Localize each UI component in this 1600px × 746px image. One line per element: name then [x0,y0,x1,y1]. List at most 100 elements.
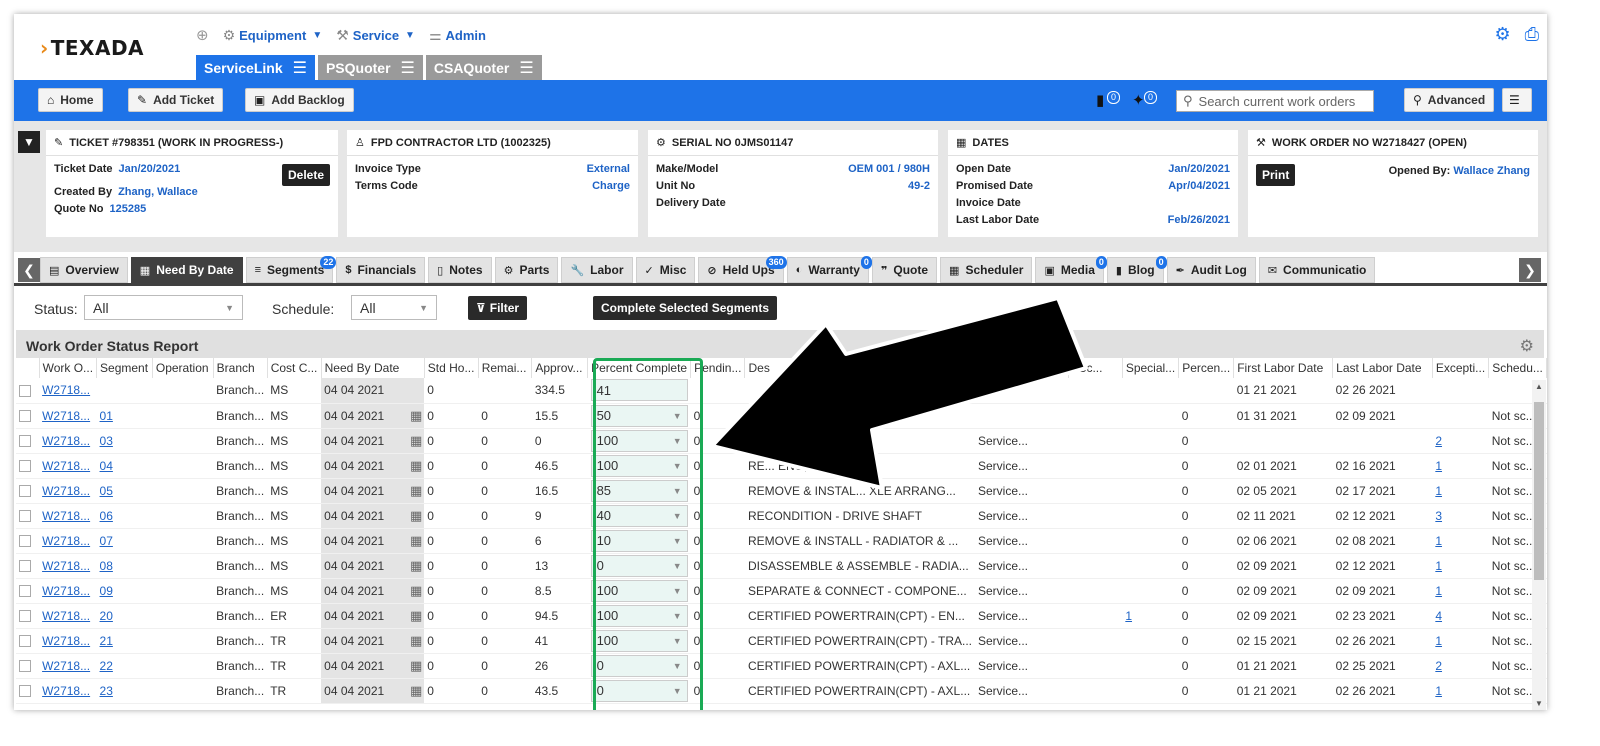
tab-media[interactable]: ▣ Media 0 [1035,256,1107,283]
row-checkbox[interactable] [19,610,31,623]
segment-link[interactable]: 23 [100,684,113,698]
work-order-link[interactable]: W2718... [42,434,90,448]
row-checkbox[interactable] [19,635,31,648]
calendar-picker-icon[interactable]: ▦ [410,583,422,599]
exception-link[interactable]: 1 [1435,584,1442,598]
tab-quote[interactable]: ❞ Quote [871,257,938,283]
column-header[interactable]: Approv... [531,358,589,378]
nav-equipment[interactable]: ⚙ Equipment ▼ [223,27,323,44]
app-tab-csaquoter[interactable]: CSAQuoter ☰ [425,55,542,80]
tabs-scroll-left-icon[interactable]: ❮ [18,258,40,282]
work-order-link[interactable]: W2718... [42,584,90,598]
special-link[interactable]: 1 [1125,609,1132,623]
add-ticket-button[interactable]: ✎ Add Ticket [128,88,224,112]
column-header[interactable]: Schedu... [1488,358,1547,378]
exception-link[interactable]: 2 [1435,434,1442,448]
work-order-link[interactable]: W2718... [42,534,90,548]
exception-link[interactable]: 1 [1435,634,1442,648]
exception-link[interactable]: 1 [1435,459,1442,473]
tab-warranty[interactable]: ◐ Warranty 0 [786,256,872,283]
need-by-date-field[interactable]: 04 04 2021 ▦ [324,508,422,524]
row-checkbox[interactable] [19,485,31,498]
menu-icon[interactable]: ☰ [519,58,533,78]
notebook-icon[interactable]: ▮ [1096,91,1104,109]
segment-link[interactable]: 01 [100,409,113,423]
percent-complete-select[interactable]: 100 ▼ [590,604,688,627]
column-header[interactable]: Work O... [39,358,98,378]
segment-link[interactable]: 20 [100,609,113,623]
need-by-date-field[interactable]: 04 04 2021 ▦ [324,483,422,499]
work-order-link[interactable]: W2718... [42,484,90,498]
percent-complete-select[interactable]: 40 ▼ [590,504,688,527]
segment-link[interactable]: 06 [100,509,113,523]
exception-link[interactable]: 1 [1435,484,1442,498]
calendar-picker-icon[interactable]: ▦ [410,633,422,649]
column-header[interactable]: t Sc... [1068,358,1123,378]
exception-link[interactable]: 3 [1435,509,1442,523]
column-header[interactable]: Pendin... [690,358,746,378]
calendar-picker-icon[interactable]: ▦ [410,608,422,624]
percent-complete-select[interactable]: 41 [590,379,688,402]
column-header[interactable]: Operation [152,358,214,378]
percent-complete-select[interactable]: 10 ▼ [590,529,688,552]
tab-parts[interactable]: ⚙ Parts [494,257,559,283]
schedule-select[interactable]: All ▼ [351,295,437,320]
nav-service[interactable]: ⚒ Service ▼ [336,27,415,44]
percent-complete-select[interactable]: 0 ▼ [590,554,688,577]
segment-link[interactable]: 09 [100,584,113,598]
segment-link[interactable]: 03 [100,434,113,448]
exception-link[interactable]: 1 [1435,534,1442,548]
tab-overview[interactable]: ▤ Overview [40,257,128,283]
need-by-date-field[interactable]: 04 04 2021 [324,383,421,397]
calendar-picker-icon[interactable]: ▦ [410,433,422,449]
row-checkbox[interactable] [19,585,31,598]
work-order-link[interactable]: W2718... [42,409,90,423]
percent-complete-select[interactable]: 100 ▼ [590,454,688,477]
quote-no-link[interactable]: 125285 [110,201,147,218]
opened-by-link[interactable]: Wallace Zhang [1453,165,1530,177]
segment-link[interactable]: 08 [100,559,113,573]
calendar-picker-icon[interactable]: ▦ [410,558,422,574]
percent-complete-select[interactable]: 100 ▼ [590,579,688,602]
created-by-link[interactable]: Zhang, Wallace [118,184,198,201]
work-order-link[interactable]: W2718... [42,559,90,573]
percent-complete-select[interactable]: 0 ▼ [590,679,688,702]
calendar-picker-icon[interactable]: ▦ [410,408,422,424]
column-header[interactable]: Remai... [478,358,533,378]
tab-audit-log[interactable]: ✒ Audit Log [1166,257,1256,283]
exception-link[interactable]: 1 [1435,684,1442,698]
print-button[interactable]: Print [1256,164,1296,186]
column-header[interactable]: Excepti... [1432,358,1490,378]
row-checkbox[interactable] [19,660,31,673]
status-select[interactable]: All ▼ [84,295,243,320]
need-by-date-field[interactable]: 04 04 2021 ▦ [324,408,422,424]
add-backlog-button[interactable]: ▣ Add Backlog [245,88,354,112]
scroll-up-icon[interactable]: ▲ [1535,382,1543,391]
column-header[interactable]: Des [744,358,976,378]
search-input[interactable] [1198,93,1369,109]
tab-notes[interactable]: ▯ Notes [428,257,492,283]
calendar-picker-icon[interactable]: ▦ [410,658,422,674]
app-tab-servicelink[interactable]: ServiceLink ☰ [196,55,315,80]
calendar-picker-icon[interactable]: ▦ [410,683,422,699]
segment-link[interactable]: 22 [100,659,113,673]
segment-link[interactable]: 07 [100,534,113,548]
exception-link[interactable]: 2 [1435,659,1442,673]
print-icon[interactable]: ⎙ [1525,24,1539,45]
tab-misc[interactable]: ✓ Misc [635,257,696,283]
menu-icon[interactable]: ☰ [293,58,307,78]
work-order-link[interactable]: W2718... [42,634,90,648]
work-order-link[interactable]: W2718... [42,609,90,623]
tab-labor[interactable]: 🔧 Labor [561,257,633,283]
tab-blog[interactable]: ▮ Blog 0 [1106,256,1167,283]
exception-link[interactable]: 4 [1435,609,1442,623]
chat-icon[interactable]: ✦ [1132,91,1145,109]
column-header[interactable]: Last Labor Date [1332,358,1433,378]
tab-financials[interactable]: $ Financials [336,257,426,283]
need-by-date-field[interactable]: 04 04 2021 ▦ [324,433,422,449]
work-order-link[interactable]: W2718... [42,509,90,523]
work-order-link[interactable]: W2718... [42,684,90,698]
work-order-link[interactable]: W2718... [42,459,90,473]
row-checkbox[interactable] [19,460,31,473]
app-tab-psquoter[interactable]: PSQuoter ☰ [317,55,423,80]
